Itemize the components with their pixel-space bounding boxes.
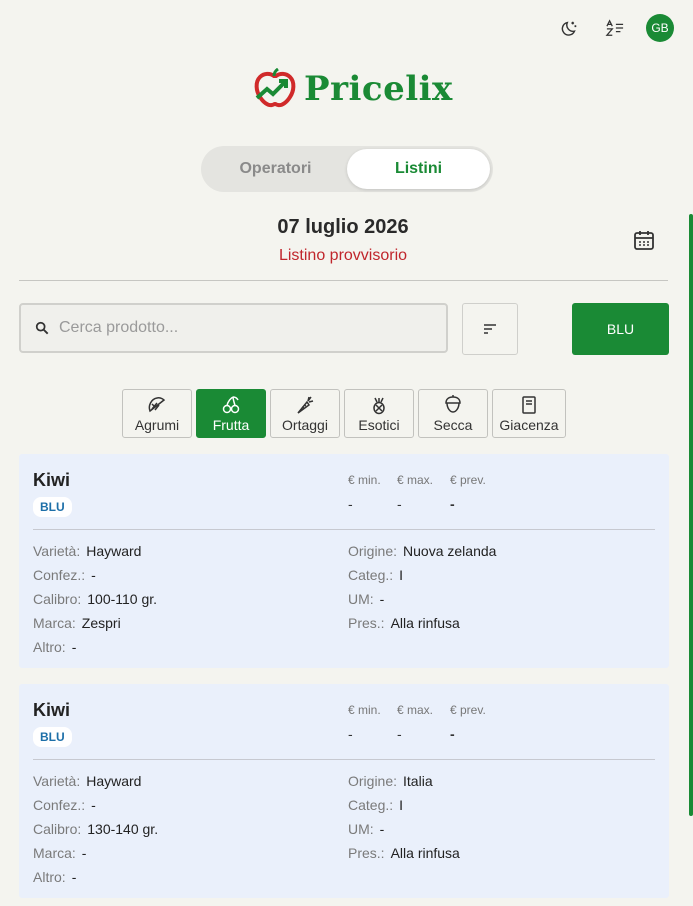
tab-operatori[interactable]: Operatori [204,149,347,189]
price-min-label: € min. [348,473,381,487]
field-varieta: Varietà: Hayward [33,543,142,559]
price-prev-value: - [450,496,455,512]
top-actions: GB [556,14,674,42]
category-label: Secca [433,416,473,433]
price-min-label: € min. [348,703,381,717]
field-altro: Altro: - [33,869,77,885]
search-icon [35,321,49,335]
divider [19,280,668,281]
tab-listini[interactable]: Listini [347,149,490,189]
price-prev-label: € prev. [450,473,486,487]
category-label: Giacenza [499,416,559,433]
price-max-value: - [397,496,402,512]
field-marca: Marca: Zespri [33,615,121,631]
price-prev-value: - [450,726,455,742]
field-marca: Marca: - [33,845,87,861]
citrus-icon [148,396,166,412]
category-giacenza[interactable]: Giacenza [492,389,566,438]
sort-icon [484,324,496,334]
field-origine: Origine: Italia [348,773,433,789]
price-min-value: - [348,496,353,512]
category-label: Agrumi [134,416,180,433]
search-input[interactable] [59,319,399,337]
sort-button[interactable] [462,303,518,355]
field-origine: Origine: Nuova zelanda [348,543,497,559]
field-calibro: Calibro: 130-140 gr. [33,821,159,837]
calendar-icon[interactable] [632,228,656,252]
price-max-label: € max. [397,703,434,717]
field-calibro: Calibro: 100-110 gr. [33,591,158,607]
product-card[interactable]: Kiwi BLU € min. € max. € prev. - - - Var… [19,454,669,668]
field-varieta: Varietà: Hayward [33,773,142,789]
field-categ: Categ.: I [348,797,404,813]
price-max-value: - [397,726,402,742]
field-um: UM: - [348,821,385,837]
blu-filter-button[interactable]: BLU [572,303,669,355]
inventory-icon [522,395,536,414]
field-categ: Categ.: I [348,567,404,583]
search-box [19,303,448,353]
apple-chart-icon [254,68,296,108]
view-toggle: Operatori Listini [201,146,493,192]
brand-logo: Pricelix [252,68,453,110]
category-agrumi[interactable]: Agrumi [122,389,192,438]
field-confez: Confez.: - [33,797,96,813]
product-name: Kiwi [33,700,71,720]
category-label: Ortaggi [282,416,328,433]
carrot-icon [297,396,314,414]
category-label: Frutta [212,416,250,433]
field-pres: Pres.: Alla rinfusa [348,845,460,861]
field-um: UM: - [348,591,385,607]
category-tabs: Agrumi Frutta Ortaggi Esotici Secca Giac… [122,389,566,438]
theme-toggle-icon[interactable] [556,14,584,42]
nut-icon [445,394,461,413]
category-label: Esotici [358,416,400,433]
listino-header: 07 luglio 2026 Listino provvisorio [0,216,686,265]
field-confez: Confez.: - [33,567,96,583]
listino-date: 07 luglio 2026 [277,216,409,238]
listino-status: Listino provvisorio [278,247,408,264]
product-badge: BLU [33,727,72,747]
category-frutta[interactable]: Frutta [196,389,266,438]
price-min-value: - [348,726,353,742]
card-divider [33,529,655,530]
price-prev-label: € prev. [450,703,486,717]
translate-icon[interactable] [601,14,629,42]
field-pres: Pres.: Alla rinfusa [348,615,460,631]
card-divider [33,759,655,760]
product-name: Kiwi [33,470,71,490]
category-secca[interactable]: Secca [418,389,488,438]
avatar[interactable]: GB [646,14,674,42]
category-esotici[interactable]: Esotici [344,389,414,438]
cherry-icon [222,395,240,413]
pineapple-icon [373,397,385,414]
category-ortaggi[interactable]: Ortaggi [270,389,340,438]
field-altro: Altro: - [33,639,77,655]
product-badge: BLU [33,497,72,517]
product-card[interactable]: Kiwi BLU € min. € max. € prev. - - - Var… [19,684,669,898]
price-max-label: € max. [397,473,434,487]
brand-name: Pricelix [304,69,453,109]
scrollbar[interactable] [689,214,693,816]
